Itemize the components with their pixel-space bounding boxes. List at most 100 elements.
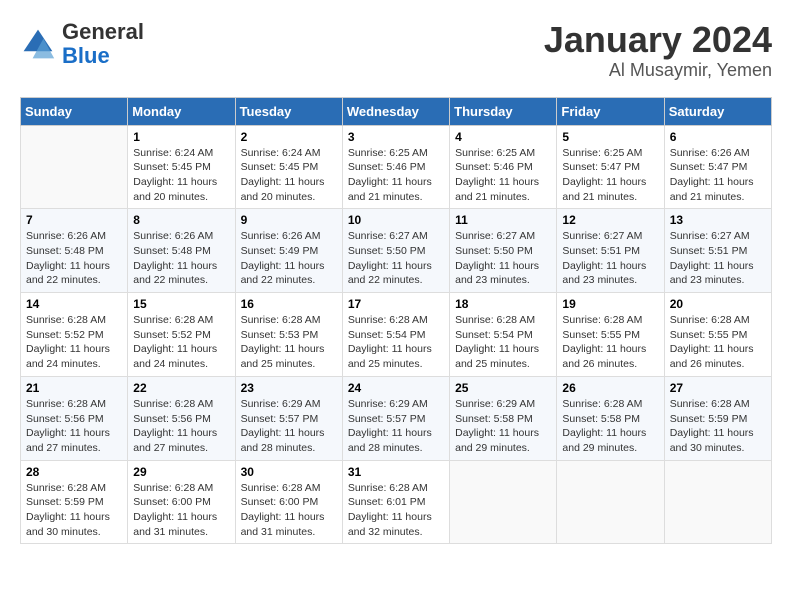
- calendar-cell: 21 Sunrise: 6:28 AM Sunset: 5:56 PM Dayli…: [21, 376, 128, 460]
- calendar-cell: [557, 460, 664, 544]
- day-info: Sunrise: 6:29 AM Sunset: 5:58 PM Dayligh…: [455, 397, 551, 456]
- logo-blue-text: Blue: [62, 43, 110, 68]
- day-info: Sunrise: 6:27 AM Sunset: 5:50 PM Dayligh…: [455, 229, 551, 288]
- day-header-monday: Monday: [128, 97, 235, 125]
- calendar-header-row: SundayMondayTuesdayWednesdayThursdayFrid…: [21, 97, 772, 125]
- calendar-cell: 27 Sunrise: 6:28 AM Sunset: 5:59 PM Dayli…: [664, 376, 771, 460]
- day-info: Sunrise: 6:28 AM Sunset: 6:01 PM Dayligh…: [348, 481, 444, 540]
- day-info: Sunrise: 6:28 AM Sunset: 5:58 PM Dayligh…: [562, 397, 658, 456]
- calendar-title: January 2024: [544, 20, 772, 60]
- day-number: 5: [562, 130, 658, 144]
- day-info: Sunrise: 6:25 AM Sunset: 5:47 PM Dayligh…: [562, 146, 658, 205]
- day-info: Sunrise: 6:24 AM Sunset: 5:45 PM Dayligh…: [133, 146, 229, 205]
- calendar-cell: 26 Sunrise: 6:28 AM Sunset: 5:58 PM Dayli…: [557, 376, 664, 460]
- day-number: 22: [133, 381, 229, 395]
- logo-icon: [20, 26, 56, 62]
- calendar-cell: 16Sunrise: 6:28 AM Sunset: 5:53 PM Dayli…: [235, 293, 342, 377]
- calendar-cell: 28 Sunrise: 6:28 AM Sunset: 5:59 PM Dayli…: [21, 460, 128, 544]
- day-info: Sunrise: 6:27 AM Sunset: 5:50 PM Dayligh…: [348, 229, 444, 288]
- calendar-cell: 22Sunrise: 6:28 AM Sunset: 5:56 PM Dayli…: [128, 376, 235, 460]
- calendar-week-3: 14 Sunrise: 6:28 AM Sunset: 5:52 PM Dayli…: [21, 293, 772, 377]
- day-number: 8: [133, 213, 229, 227]
- calendar-cell: 14 Sunrise: 6:28 AM Sunset: 5:52 PM Dayli…: [21, 293, 128, 377]
- calendar-cell: 3Sunrise: 6:25 AM Sunset: 5:46 PM Daylig…: [342, 125, 449, 209]
- day-info: Sunrise: 6:28 AM Sunset: 6:00 PM Dayligh…: [241, 481, 337, 540]
- day-number: 25: [455, 381, 551, 395]
- calendar-cell: [450, 460, 557, 544]
- calendar-cell: [664, 460, 771, 544]
- day-number: 7: [26, 213, 122, 227]
- calendar-cell: 15 Sunrise: 6:28 AM Sunset: 5:52 PM Dayli…: [128, 293, 235, 377]
- day-header-thursday: Thursday: [450, 97, 557, 125]
- day-number: 27: [670, 381, 766, 395]
- calendar-cell: 7 Sunrise: 6:26 AM Sunset: 5:48 PM Daylig…: [21, 209, 128, 293]
- day-number: 28: [26, 465, 122, 479]
- calendar-cell: 5 Sunrise: 6:25 AM Sunset: 5:47 PM Daylig…: [557, 125, 664, 209]
- day-header-tuesday: Tuesday: [235, 97, 342, 125]
- day-number: 10: [348, 213, 444, 227]
- calendar-week-5: 28 Sunrise: 6:28 AM Sunset: 5:59 PM Dayli…: [21, 460, 772, 544]
- page-header: General Blue January 2024 Al Musaymir, Y…: [20, 20, 772, 81]
- day-info: Sunrise: 6:26 AM Sunset: 5:48 PM Dayligh…: [133, 229, 229, 288]
- day-number: 3: [348, 130, 444, 144]
- day-info: Sunrise: 6:28 AM Sunset: 5:59 PM Dayligh…: [670, 397, 766, 456]
- day-number: 20: [670, 297, 766, 311]
- day-info: Sunrise: 6:24 AM Sunset: 5:45 PM Dayligh…: [241, 146, 337, 205]
- calendar-cell: 23 Sunrise: 6:29 AM Sunset: 5:57 PM Dayli…: [235, 376, 342, 460]
- day-number: 23: [241, 381, 337, 395]
- day-number: 29: [133, 465, 229, 479]
- day-number: 1: [133, 130, 229, 144]
- calendar-week-2: 7 Sunrise: 6:26 AM Sunset: 5:48 PM Daylig…: [21, 209, 772, 293]
- calendar-cell: 18Sunrise: 6:28 AM Sunset: 5:54 PM Dayli…: [450, 293, 557, 377]
- day-number: 19: [562, 297, 658, 311]
- calendar-cell: 19 Sunrise: 6:28 AM Sunset: 5:55 PM Dayli…: [557, 293, 664, 377]
- day-number: 2: [241, 130, 337, 144]
- day-info: Sunrise: 6:28 AM Sunset: 5:52 PM Dayligh…: [26, 313, 122, 372]
- day-number: 12: [562, 213, 658, 227]
- calendar-cell: 6 Sunrise: 6:26 AM Sunset: 5:47 PM Daylig…: [664, 125, 771, 209]
- calendar-cell: 8 Sunrise: 6:26 AM Sunset: 5:48 PM Daylig…: [128, 209, 235, 293]
- day-info: Sunrise: 6:28 AM Sunset: 5:52 PM Dayligh…: [133, 313, 229, 372]
- day-info: Sunrise: 6:26 AM Sunset: 5:47 PM Dayligh…: [670, 146, 766, 205]
- day-header-friday: Friday: [557, 97, 664, 125]
- calendar-cell: 29Sunrise: 6:28 AM Sunset: 6:00 PM Dayli…: [128, 460, 235, 544]
- calendar-week-4: 21 Sunrise: 6:28 AM Sunset: 5:56 PM Dayli…: [21, 376, 772, 460]
- logo-general-text: General: [62, 19, 144, 44]
- day-number: 15: [133, 297, 229, 311]
- calendar-cell: 31 Sunrise: 6:28 AM Sunset: 6:01 PM Dayli…: [342, 460, 449, 544]
- calendar-cell: 13Sunrise: 6:27 AM Sunset: 5:51 PM Dayli…: [664, 209, 771, 293]
- day-number: 6: [670, 130, 766, 144]
- day-number: 26: [562, 381, 658, 395]
- calendar-cell: 10 Sunrise: 6:27 AM Sunset: 5:50 PM Dayli…: [342, 209, 449, 293]
- calendar-cell: 1 Sunrise: 6:24 AM Sunset: 5:45 PM Daylig…: [128, 125, 235, 209]
- calendar-cell: 2 Sunrise: 6:24 AM Sunset: 5:45 PM Daylig…: [235, 125, 342, 209]
- calendar-cell: 25 Sunrise: 6:29 AM Sunset: 5:58 PM Dayli…: [450, 376, 557, 460]
- day-info: Sunrise: 6:28 AM Sunset: 5:54 PM Dayligh…: [348, 313, 444, 372]
- calendar-cell: 9Sunrise: 6:26 AM Sunset: 5:49 PM Daylig…: [235, 209, 342, 293]
- day-info: Sunrise: 6:29 AM Sunset: 5:57 PM Dayligh…: [348, 397, 444, 456]
- day-info: Sunrise: 6:25 AM Sunset: 5:46 PM Dayligh…: [455, 146, 551, 205]
- day-info: Sunrise: 6:29 AM Sunset: 5:57 PM Dayligh…: [241, 397, 337, 456]
- day-number: 9: [241, 213, 337, 227]
- day-info: Sunrise: 6:28 AM Sunset: 5:59 PM Dayligh…: [26, 481, 122, 540]
- day-number: 31: [348, 465, 444, 479]
- calendar-subtitle: Al Musaymir, Yemen: [544, 60, 772, 81]
- day-number: 13: [670, 213, 766, 227]
- calendar-cell: 12 Sunrise: 6:27 AM Sunset: 5:51 PM Dayli…: [557, 209, 664, 293]
- day-header-wednesday: Wednesday: [342, 97, 449, 125]
- day-info: Sunrise: 6:28 AM Sunset: 5:56 PM Dayligh…: [26, 397, 122, 456]
- calendar-table: SundayMondayTuesdayWednesdayThursdayFrid…: [20, 97, 772, 545]
- day-number: 21: [26, 381, 122, 395]
- day-info: Sunrise: 6:27 AM Sunset: 5:51 PM Dayligh…: [562, 229, 658, 288]
- title-block: January 2024 Al Musaymir, Yemen: [544, 20, 772, 81]
- day-number: 24: [348, 381, 444, 395]
- day-info: Sunrise: 6:28 AM Sunset: 5:53 PM Dayligh…: [241, 313, 337, 372]
- day-header-saturday: Saturday: [664, 97, 771, 125]
- calendar-week-1: 1 Sunrise: 6:24 AM Sunset: 5:45 PM Daylig…: [21, 125, 772, 209]
- day-header-sunday: Sunday: [21, 97, 128, 125]
- day-info: Sunrise: 6:28 AM Sunset: 5:55 PM Dayligh…: [562, 313, 658, 372]
- day-info: Sunrise: 6:26 AM Sunset: 5:48 PM Dayligh…: [26, 229, 122, 288]
- day-number: 11: [455, 213, 551, 227]
- calendar-cell: 20Sunrise: 6:28 AM Sunset: 5:55 PM Dayli…: [664, 293, 771, 377]
- day-number: 14: [26, 297, 122, 311]
